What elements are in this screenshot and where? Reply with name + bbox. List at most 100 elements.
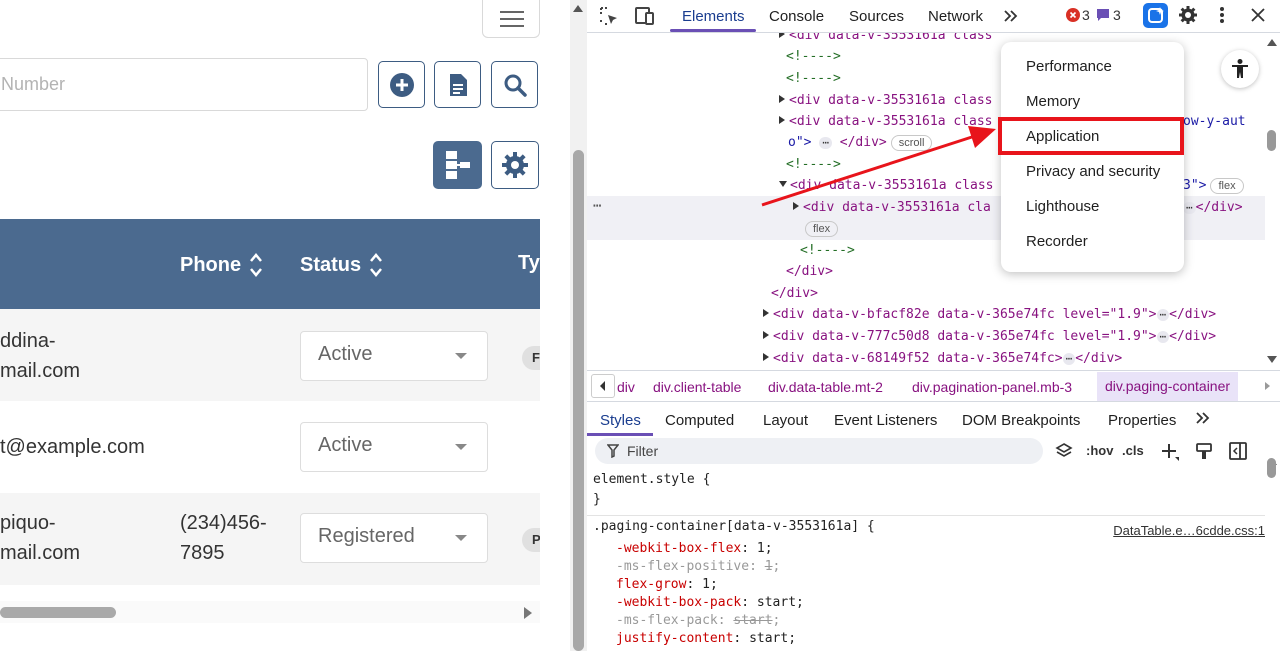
dom-node[interactable]: <div data-v-bfacf82e data-v-365e74fc lev… [763,307,1216,322]
more-tabs-chevron-icon[interactable] [1003,9,1019,23]
collapsed-content-ellipsis[interactable]: ⋯ [1156,331,1170,343]
stylesheet-source-link[interactable]: DataTable.e…6cdde.css:1 [1113,523,1265,538]
more-options-icon[interactable] [1219,6,1225,24]
tab-console[interactable]: Console [769,8,824,25]
column-header-status[interactable]: Status [300,252,383,278]
tab-sources[interactable]: Sources [849,8,904,25]
breadcrumb-scroll-left-button[interactable] [591,374,615,398]
expand-triangle-icon[interactable] [763,353,769,361]
tab-styles[interactable]: Styles [600,412,641,429]
dom-close-tag[interactable]: </div> [786,264,833,279]
css-declaration[interactable]: -webkit-box-pack: start; [616,595,804,610]
flex-badge[interactable]: flex [1210,178,1244,194]
rule-selector[interactable]: .paging-container[data-v-3553161a] { [593,519,875,534]
css-declaration[interactable]: -webkit-box-flex: 1; [616,541,773,556]
collapsed-content-ellipsis[interactable]: ⋯ [1156,309,1170,321]
column-header-phone[interactable]: Phone [180,252,263,278]
tab-elements[interactable]: Elements [682,8,745,25]
document-button[interactable] [434,61,481,108]
scrollbar-thumb[interactable] [573,150,584,651]
table-row[interactable]: piquo- mail.com (234)456- 7895 Registere… [0,493,540,585]
menu-item-performance[interactable]: Performance [1026,58,1112,75]
collapsed-content-ellipsis[interactable]: ⋯ [1062,353,1076,365]
scroll-down-arrow-icon[interactable] [1267,356,1277,363]
node-options-ellipsis[interactable]: ⋯ [593,198,601,214]
element-style-rule[interactable]: element.style { [593,472,710,487]
breadcrumb-item[interactable]: div [617,379,635,395]
add-rule-icon[interactable] [1160,442,1180,462]
tab-properties[interactable]: Properties [1108,412,1176,429]
breadcrumb-item[interactable]: div.pagination-panel.mb-3 [912,379,1072,395]
scroll-right-arrow-icon[interactable] [524,607,532,619]
menu-toggle-button[interactable] [482,0,540,38]
ai-assistance-button[interactable] [1143,3,1168,28]
dom-node[interactable]: <div data-v-3553161a class [779,178,994,193]
breadcrumb-item[interactable]: div.data-table.mt-2 [768,379,883,395]
scrollbar-thumb[interactable] [0,607,116,618]
inspect-element-icon[interactable] [599,6,619,26]
search-button[interactable] [491,61,538,108]
status-select[interactable]: Registered [300,513,488,563]
dom-node[interactable]: <div data-v-777c50d8 data-v-365e74fc lev… [763,329,1216,344]
scrollbar-thumb[interactable] [1267,130,1276,151]
hover-state-toggle[interactable]: :hov [1086,443,1113,458]
class-toggle[interactable]: .cls [1122,443,1144,458]
column-layout-button[interactable] [433,141,482,189]
scroll-badge[interactable]: scroll [890,135,933,151]
table-row[interactable]: ddina- mail.com Active F [0,309,540,401]
add-button[interactable] [378,61,425,108]
accessibility-button[interactable] [1221,50,1259,88]
status-select[interactable]: Active [300,331,488,381]
tab-dom-breakpoints[interactable]: DOM Breakpoints [962,412,1080,429]
device-toolbar-icon[interactable] [633,6,655,26]
css-declaration[interactable]: -ms-flex-pack: start; [616,613,780,628]
expand-triangle-icon[interactable] [763,309,769,317]
close-icon[interactable] [1251,8,1265,22]
table-row[interactable]: t@example.com Active [0,401,540,493]
scroll-up-arrow-icon[interactable] [1267,39,1277,46]
page-scrollbar[interactable] [570,0,587,651]
css-declaration[interactable]: flex-grow: 1; [616,577,718,592]
dom-node[interactable]: <div data-v-68149f52 data-v-365e74fc> ⋯ </… [763,351,1122,366]
filter-input[interactable] [627,441,1027,461]
breadcrumb-item[interactable]: div.client-table [653,379,741,395]
error-icon[interactable] [1066,8,1080,22]
collapse-triangle-icon[interactable] [779,181,787,187]
sidebar-toggle-icon[interactable] [1229,442,1247,460]
menu-item-privacy-and-security[interactable]: Privacy and security [1026,163,1160,180]
expand-triangle-icon[interactable] [779,95,785,103]
tab-network[interactable]: Network [928,8,983,25]
styles-pane[interactable]: element.style { } .paging-container[data… [587,468,1265,651]
expand-triangle-icon[interactable] [793,202,799,210]
menu-item-memory[interactable]: Memory [1026,93,1080,110]
dom-tree-scrollbar[interactable] [1265,33,1280,370]
menu-item-recorder[interactable]: Recorder [1026,233,1088,250]
scrollbar-thumb[interactable] [1267,458,1276,478]
dom-comment[interactable]: <!----> [786,49,841,64]
tab-event-listeners[interactable]: Event Listeners [834,412,937,429]
expand-triangle-icon[interactable] [779,116,785,124]
expand-triangle-icon[interactable] [763,331,769,339]
paint-brush-icon[interactable] [1195,442,1213,460]
chevron-right-icon[interactable] [1260,377,1274,395]
layers-icon[interactable] [1055,442,1073,460]
collapsed-content-ellipsis[interactable]: ⋯ [1183,202,1196,214]
dom-node-selected[interactable]: <div data-v-3553161a cla [793,200,991,215]
flex-badge[interactable]: flex [805,221,839,237]
tab-computed[interactable]: Computed [665,412,734,429]
dom-close-tag[interactable]: </div> [771,286,818,301]
menu-item-lighthouse[interactable]: Lighthouse [1026,198,1099,215]
dom-comment[interactable]: <!----> [786,71,841,86]
expand-triangle-icon[interactable] [779,33,785,38]
settings-gear-icon[interactable] [1178,5,1198,25]
dom-node[interactable]: <div data-v-3553161a class [779,33,993,43]
dom-comment[interactable]: <!----> [786,157,841,172]
settings-button[interactable] [491,141,539,189]
status-select[interactable]: Active [300,422,488,472]
styles-scrollbar[interactable] [1265,458,1280,651]
message-icon[interactable] [1096,8,1110,22]
dom-comment[interactable]: <!----> [800,243,855,258]
breadcrumb-item-active[interactable]: div.paging-container [1097,372,1239,401]
css-declaration[interactable]: -ms-flex-positive: 1; [616,559,780,574]
tab-layout[interactable]: Layout [763,412,808,429]
